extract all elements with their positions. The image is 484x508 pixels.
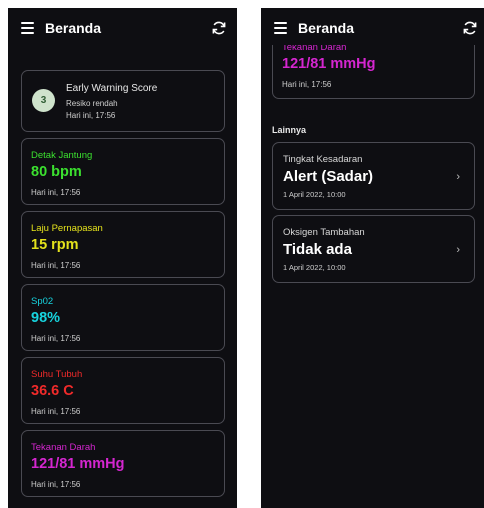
vital-label: Suhu Tubuh — [31, 369, 83, 380]
home-screen-top: Beranda 3 Early Warning Score Resiko ren… — [8, 8, 237, 508]
refresh-icon[interactable] — [211, 20, 227, 36]
ews-score-badge: 3 — [32, 89, 55, 112]
vital-label: Detak Jantung — [31, 150, 93, 161]
vital-card-temperature[interactable]: Suhu Tubuh 36.6 C Hari ini, 17:56 — [21, 357, 225, 424]
app-bar: Beranda — [261, 8, 484, 45]
supplemental-oxygen-card[interactable]: Oksigen Tambahan Tidak ada 1 April 2022,… — [272, 215, 475, 283]
ews-risk-level: Resiko rendah — [66, 99, 118, 108]
hamburger-menu-icon[interactable] — [274, 22, 287, 34]
ews-title: Early Warning Score — [66, 83, 158, 94]
app-bar: Beranda — [8, 8, 237, 50]
vital-value: 36.6 C — [31, 383, 74, 399]
vital-card-heart-rate[interactable]: Detak Jantung 80 bpm Hari ini, 17:56 — [21, 138, 225, 205]
vital-timestamp: Hari ini, 17:56 — [31, 261, 81, 270]
page-title: Beranda — [298, 20, 355, 36]
vital-value: 121/81 mmHg — [31, 456, 125, 472]
vital-timestamp: Hari ini, 17:56 — [31, 188, 81, 197]
vital-timestamp: Hari ini, 17:56 — [31, 334, 81, 343]
home-screen-scrolled: Tekanan Darah 121/81 mmHg Hari ini, 17:5… — [261, 8, 484, 508]
ews-timestamp: Hari ini, 17:56 — [66, 111, 116, 120]
vital-timestamp: Hari ini, 17:56 — [282, 80, 332, 89]
item-label: Tingkat Kesadaran — [283, 154, 363, 165]
refresh-icon[interactable] — [462, 20, 478, 36]
page-title: Beranda — [45, 20, 102, 36]
vital-value: 80 bpm — [31, 164, 82, 180]
vital-card-respiration[interactable]: Laju Pernapasan 15 rpm Hari ini, 17:56 — [21, 211, 225, 278]
vital-label: Sp02 — [31, 296, 54, 307]
vital-value: 15 rpm — [31, 237, 79, 253]
vital-card-blood-pressure[interactable]: Tekanan Darah 121/81 mmHg Hari ini, 17:5… — [21, 430, 225, 497]
item-value: Alert (Sadar) — [283, 168, 374, 185]
vital-card-spo2[interactable]: Sp02 98% Hari ini, 17:56 — [21, 284, 225, 351]
vital-label: Tekanan Darah — [31, 442, 96, 453]
item-value: Tidak ada — [283, 241, 352, 258]
ews-card[interactable]: 3 Early Warning Score Resiko rendah Hari… — [21, 70, 225, 132]
consciousness-card[interactable]: Tingkat Kesadaran Alert (Sadar) 1 April … — [272, 142, 475, 210]
vital-timestamp: Hari ini, 17:56 — [31, 480, 81, 489]
chevron-right-icon: › — [456, 171, 460, 183]
vital-label: Laju Pernapasan — [31, 223, 103, 234]
chevron-right-icon: › — [456, 244, 460, 256]
section-title-others: Lainnya — [272, 125, 307, 135]
hamburger-menu-icon[interactable] — [21, 22, 34, 34]
vital-timestamp: Hari ini, 17:56 — [31, 407, 81, 416]
item-date: 1 April 2022, 10:00 — [283, 190, 346, 199]
vital-value: 98% — [31, 310, 61, 326]
item-date: 1 April 2022, 10:00 — [283, 263, 346, 272]
vital-value: 121/81 mmHg — [282, 56, 376, 72]
item-label: Oksigen Tambahan — [283, 227, 365, 238]
